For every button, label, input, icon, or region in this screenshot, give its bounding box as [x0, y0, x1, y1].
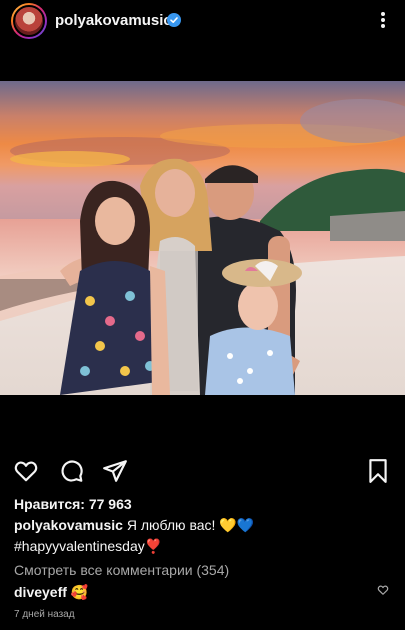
comment-row: diveyeff 🥰	[14, 584, 88, 601]
comment-icon[interactable]	[58, 458, 86, 486]
comment-like-heart-icon[interactable]	[377, 583, 389, 595]
caption: polyakovamusic Я люблю вас! 💛💙	[14, 517, 254, 534]
post-photo[interactable]	[0, 81, 405, 395]
verified-badge-icon	[167, 13, 181, 27]
comment-text: 🥰	[70, 584, 89, 600]
post-username[interactable]: polyakovamusic	[55, 12, 172, 29]
post-timestamp: 7 дней назад	[14, 609, 75, 620]
heart-icon[interactable]	[13, 458, 41, 486]
avatar-image	[13, 5, 45, 37]
more-options-icon[interactable]	[376, 9, 390, 31]
caption-username[interactable]: polyakovamusic	[14, 517, 123, 533]
send-icon[interactable]	[102, 458, 130, 486]
likes-count[interactable]: Нравится: 77 963	[14, 496, 132, 512]
post-header: polyakovamusic	[0, 0, 405, 42]
bookmark-icon[interactable]	[366, 458, 394, 486]
hashtag-link[interactable]: #hapyyvalentinesday❣️	[14, 538, 162, 555]
comment-username[interactable]: diveyeff	[14, 584, 67, 600]
profile-avatar[interactable]	[11, 3, 47, 39]
caption-text: Я люблю вас! 💛💙	[126, 517, 255, 533]
view-comments-link[interactable]: Смотреть все комментарии (354)	[14, 562, 229, 578]
action-bar	[0, 458, 405, 488]
